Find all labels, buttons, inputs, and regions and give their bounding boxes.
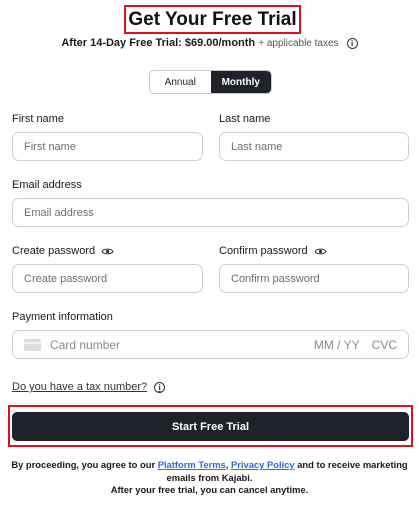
taxes-text: + applicable taxes [258,38,339,49]
last-name-label: Last name [219,113,271,125]
legal-line-3: After your free trial, you can cancel an… [110,484,309,495]
start-free-trial-button[interactable]: Start Free Trial [12,412,409,441]
pricing-subtitle: After 14-Day Free Trial: $69.00/month + … [0,37,419,49]
confirm-password-label-text: Confirm password [219,245,308,257]
create-password-label-text: Create password [12,245,96,257]
email-label: Email address [12,179,82,191]
confirm-password-field[interactable]: Confirm password [219,264,409,293]
first-name-field[interactable]: First name [12,132,203,161]
first-name-label: First name [12,113,64,125]
legal-line-2: emails from Kajabi. [166,471,253,483]
tax-number-link[interactable]: Do you have a tax number? [12,381,147,393]
create-password-field[interactable]: Create password [12,264,203,293]
legal-comma: , [225,459,229,470]
info-icon[interactable]: i [346,37,358,49]
platform-terms-link[interactable]: Platform Terms [158,459,226,470]
expiry-placeholder: MM / YY [313,337,360,352]
email-field[interactable]: Email address [12,198,409,227]
card-field[interactable]: Card number MM / YY CVC [12,330,409,359]
info-icon[interactable]: i [154,381,166,393]
billing-toggle: Annual Monthly [149,70,272,94]
legal-text: By proceeding, you agree to our Platform… [0,459,419,497]
cvc-placeholder: CVC [371,337,397,352]
toggle-annual[interactable]: Annual [150,71,211,93]
legal-prefix: By proceeding, you agree to our [11,459,158,470]
last-name-field[interactable]: Last name [219,132,409,161]
toggle-monthly[interactable]: Monthly [210,71,271,93]
eye-icon[interactable] [101,247,114,256]
card-number-placeholder: Card number [50,337,121,352]
eye-icon[interactable] [314,247,327,256]
legal-suffix: and to receive marketing [294,459,408,470]
confirm-password-label: Confirm password [219,245,327,257]
create-password-label: Create password [12,245,114,257]
privacy-policy-link[interactable]: Privacy Policy [231,459,295,470]
tax-number-row: Do you have a tax number? i [12,381,166,393]
title-highlight-box: Get Your Free Trial [124,5,301,34]
page-title: Get Your Free Trial [128,8,297,30]
pricing-text: After 14-Day Free Trial: $69.00/month [61,37,256,49]
payment-label: Payment information [12,311,113,323]
credit-card-icon [24,338,41,351]
